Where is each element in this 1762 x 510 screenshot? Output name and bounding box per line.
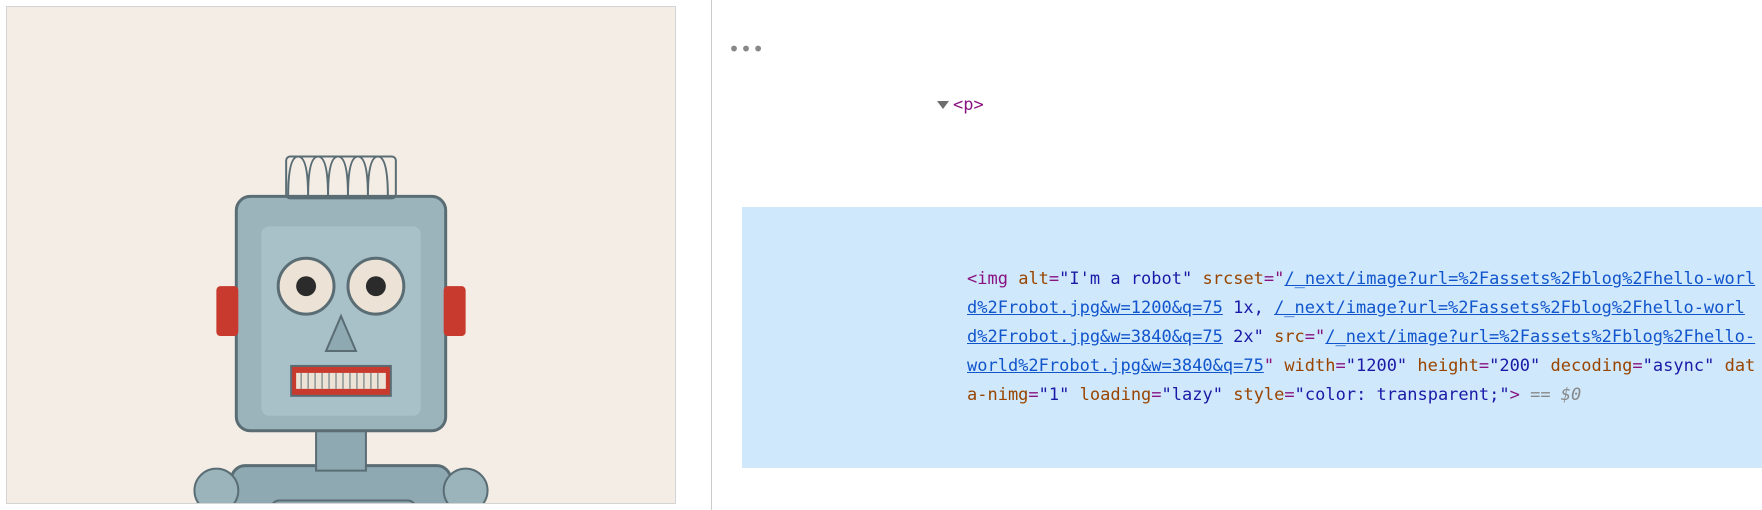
selected-node-marker: == $0 <box>1520 385 1581 405</box>
chevron-down-icon[interactable] <box>937 101 949 109</box>
dom-node-p-open[interactable]: <p> <box>742 91 1762 120</box>
gutter: ••• <box>712 0 742 510</box>
dom-node-img-selected[interactable]: <img alt="I'm a robot" srcset="/_next/im… <box>742 207 1762 468</box>
dom-tree[interactable]: <p> <img alt="I'm a robot" srcset="/_nex… <box>712 0 1762 510</box>
devtools-elements-panel[interactable]: ••• <p> <img alt="I'm a robot" srcset="/… <box>712 0 1762 510</box>
overflow-icon[interactable]: ••• <box>728 35 764 64</box>
preview-pane <box>0 0 712 510</box>
robot-image <box>6 6 676 504</box>
